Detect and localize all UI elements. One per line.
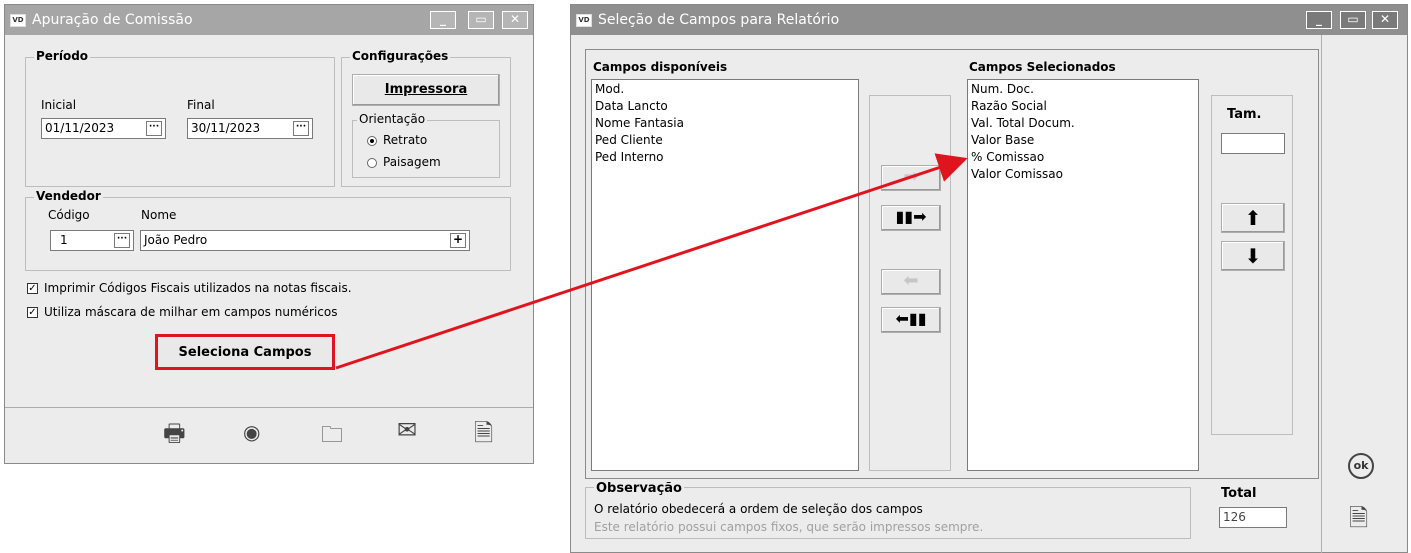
final-label: Final bbox=[187, 98, 215, 112]
selecionados-title: Campos Selecionados bbox=[969, 60, 1116, 74]
list-item[interactable]: Val. Total Docum. bbox=[971, 115, 1195, 132]
periodo-title: Período bbox=[34, 49, 91, 63]
selecionados-list[interactable]: Num. Doc. Razão Social Val. Total Docum.… bbox=[967, 79, 1199, 471]
vendedor-group: Vendedor Código Nome 1 ··· João Pedro + bbox=[25, 189, 511, 271]
inicial-picker-button[interactable]: ··· bbox=[146, 121, 162, 136]
move-all-right-button[interactable]: ▮▮➡ bbox=[881, 205, 941, 231]
app-icon: VD bbox=[10, 13, 26, 27]
maximize-button-right[interactable]: ▭ bbox=[1340, 11, 1366, 29]
move-down-button[interactable]: ⬇ bbox=[1221, 241, 1285, 271]
selecao-window: VD Seleção de Campos para Relatório _ ▭ … bbox=[570, 4, 1408, 553]
maximize-button[interactable]: ▭ bbox=[468, 11, 494, 29]
observacao-group: Observação O relatório obedecerá a ordem… bbox=[585, 481, 1191, 539]
observacao-line2: Este relatório possui campos fixos, que … bbox=[594, 520, 984, 534]
list-item[interactable]: Mod. bbox=[595, 81, 855, 98]
left-window-title: Apuração de Comissão bbox=[32, 12, 193, 28]
retrato-radio-dot bbox=[367, 135, 377, 146]
tam-label: Tam. bbox=[1227, 107, 1262, 122]
final-date-value: 30/11/2023 bbox=[191, 121, 261, 135]
impressora-button[interactable]: Impressora bbox=[352, 74, 500, 106]
disponiveis-title: Campos disponíveis bbox=[593, 60, 728, 74]
eye-icon[interactable]: ◉ bbox=[243, 420, 260, 444]
list-item[interactable]: Data Lancto bbox=[595, 98, 855, 115]
checkbox-fiscais-box: ✓ bbox=[27, 283, 38, 294]
inicial-date-field[interactable]: 01/11/2023 ··· bbox=[41, 118, 166, 139]
list-item[interactable]: Ped Interno bbox=[595, 149, 855, 166]
close-button[interactable]: ✕ bbox=[502, 11, 528, 29]
move-up-button[interactable]: ⬆ bbox=[1221, 203, 1285, 233]
right-titlebar: VD Seleção de Campos para Relatório _ ▭ … bbox=[571, 5, 1407, 35]
folder-icon[interactable]: 🗀 bbox=[321, 418, 343, 456]
checkbox-mascara[interactable]: ✓ Utiliza máscara de milhar em campos num… bbox=[27, 305, 337, 319]
paisagem-radio-dot bbox=[367, 157, 377, 168]
tam-input[interactable] bbox=[1221, 133, 1285, 154]
bottom-toolbar: 🖶 ◉ 🗀 ✉ 🗎 bbox=[5, 407, 533, 464]
retrato-label: Retrato bbox=[383, 133, 428, 147]
list-item[interactable]: Valor Comissao bbox=[971, 166, 1195, 183]
orientacao-group: Orientação Retrato Paisagem bbox=[352, 112, 500, 178]
checkbox-fiscais[interactable]: ✓ Imprimir Códigos Fiscais utilizados na … bbox=[27, 281, 352, 295]
config-title: Configurações bbox=[350, 49, 451, 63]
codigo-label: Código bbox=[48, 208, 90, 222]
checkbox-mascara-label: Utiliza máscara de milhar em campos numé… bbox=[44, 305, 338, 319]
vendedor-title: Vendedor bbox=[34, 189, 103, 203]
paisagem-radio[interactable]: Paisagem bbox=[367, 155, 441, 169]
checkbox-mascara-box: ✓ bbox=[27, 307, 38, 318]
printer-icon[interactable]: 🖶 bbox=[163, 416, 186, 457]
nome-add-button[interactable]: + bbox=[450, 233, 466, 248]
move-all-left-button[interactable]: ⬅▮▮ bbox=[881, 307, 941, 333]
ok-button[interactable]: ok bbox=[1348, 453, 1374, 479]
app-icon-right: VD bbox=[576, 13, 592, 27]
close-document-icon[interactable]: 🗎 bbox=[474, 416, 493, 457]
minimize-button-right[interactable]: _ bbox=[1306, 11, 1332, 29]
codigo-field[interactable]: 1 ··· bbox=[50, 230, 134, 251]
config-group: Configurações Impressora Orientação Retr… bbox=[341, 49, 511, 187]
inicial-date-value: 01/11/2023 bbox=[45, 121, 115, 135]
codigo-value: 1 bbox=[60, 233, 68, 247]
list-item[interactable]: Valor Base bbox=[971, 132, 1195, 149]
paisagem-label: Paisagem bbox=[383, 155, 441, 169]
list-item[interactable]: Nome Fantasia bbox=[595, 115, 855, 132]
list-item[interactable]: % Comissao bbox=[971, 149, 1195, 166]
apuracao-window: VD Apuração de Comissão _ ▭ ✕ Período In… bbox=[4, 4, 534, 464]
close-document-icon[interactable]: 🗎 bbox=[1349, 501, 1368, 542]
disponiveis-list[interactable]: Mod. Data Lancto Nome Fantasia Ped Clien… bbox=[591, 79, 859, 471]
close-button-right[interactable]: ✕ bbox=[1372, 11, 1398, 29]
list-item[interactable]: Razão Social bbox=[971, 98, 1195, 115]
move-left-button[interactable]: ⬅ bbox=[881, 269, 941, 295]
nome-value: João Pedro bbox=[144, 233, 208, 247]
right-divider bbox=[1321, 35, 1322, 553]
final-date-field[interactable]: 30/11/2023 ··· bbox=[187, 118, 313, 139]
total-field: 126 bbox=[1219, 507, 1287, 528]
observacao-title: Observação bbox=[594, 481, 684, 496]
nome-label: Nome bbox=[141, 208, 177, 222]
list-item[interactable]: Num. Doc. bbox=[971, 81, 1195, 98]
right-window-title: Seleção de Campos para Relatório bbox=[598, 12, 840, 28]
observacao-line1: O relatório obedecerá a ordem de seleção… bbox=[594, 502, 923, 516]
checkbox-fiscais-label: Imprimir Códigos Fiscais utilizados na n… bbox=[44, 281, 352, 295]
codigo-picker-button[interactable]: ··· bbox=[114, 233, 130, 248]
periodo-group: Período Inicial 01/11/2023 ··· Final 30/… bbox=[25, 49, 335, 187]
inicial-label: Inicial bbox=[41, 98, 77, 112]
list-item[interactable]: Ped Cliente bbox=[595, 132, 855, 149]
orientacao-title: Orientação bbox=[357, 112, 428, 126]
seleciona-campos-button[interactable]: Seleciona Campos bbox=[155, 334, 335, 370]
left-titlebar: VD Apuração de Comissão _ ▭ ✕ bbox=[5, 5, 533, 35]
move-right-button[interactable]: ➡ bbox=[881, 165, 941, 191]
total-label: Total bbox=[1221, 486, 1257, 501]
envelope-icon[interactable]: ✉ bbox=[397, 416, 417, 444]
retrato-radio[interactable]: Retrato bbox=[367, 133, 427, 147]
minimize-button[interactable]: _ bbox=[430, 11, 456, 29]
final-picker-button[interactable]: ··· bbox=[293, 121, 309, 136]
nome-field[interactable]: João Pedro + bbox=[140, 230, 470, 251]
